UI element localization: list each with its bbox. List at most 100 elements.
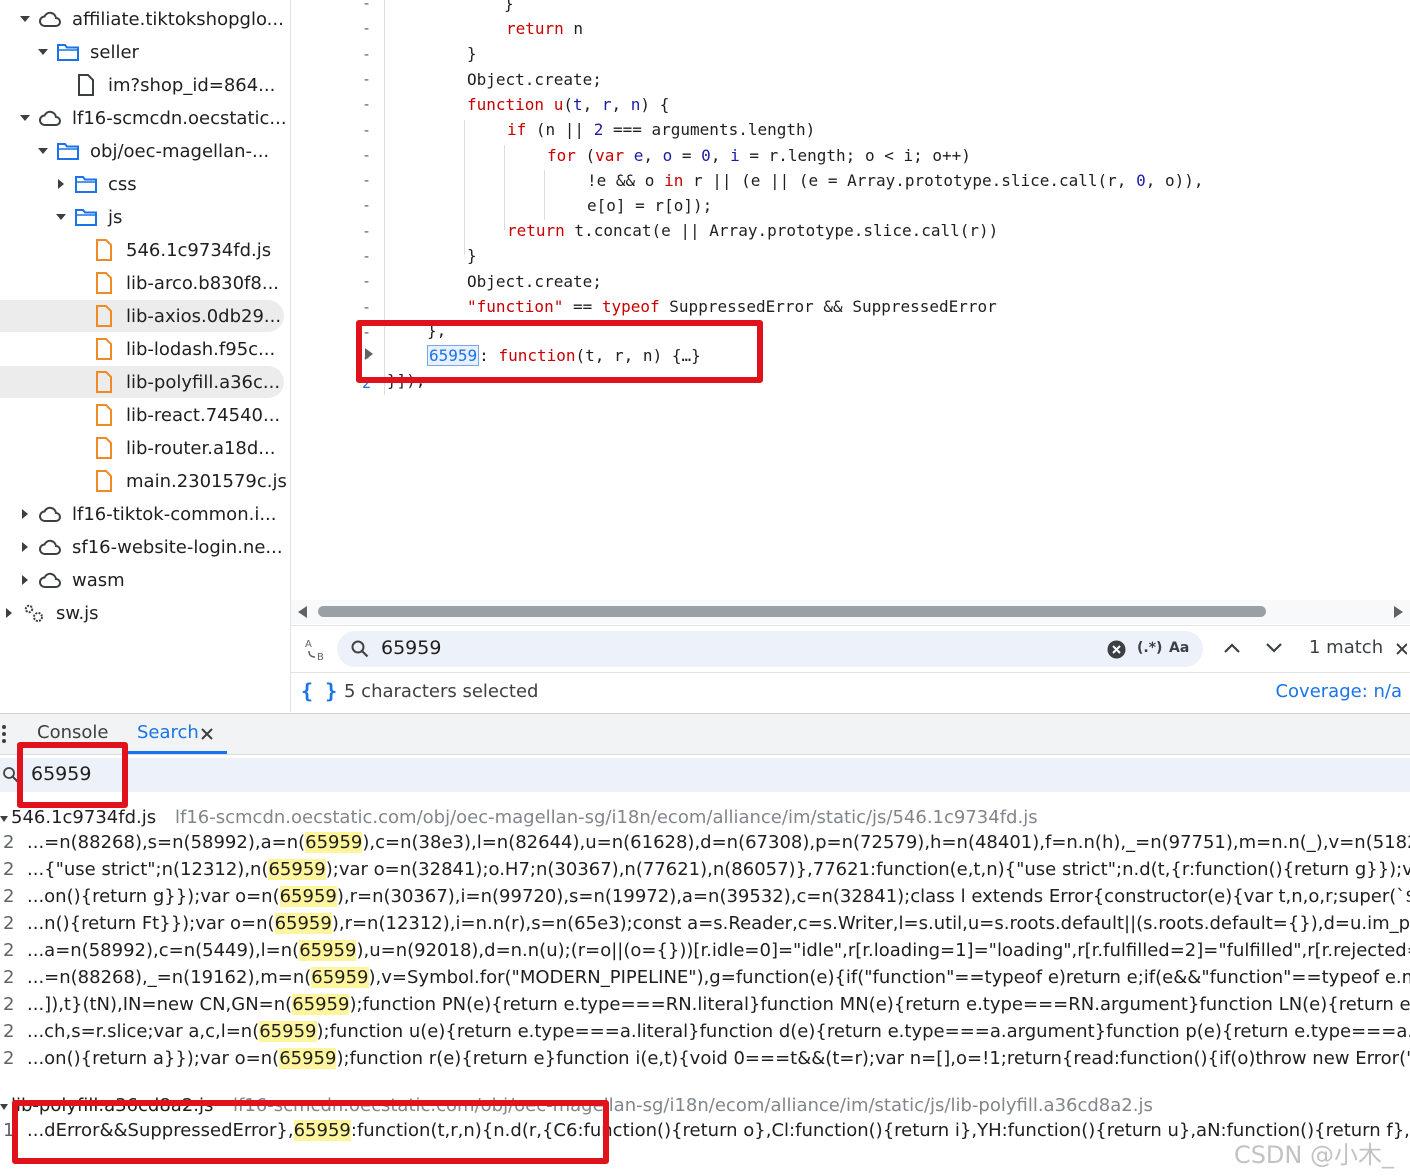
cloud-icon bbox=[38, 536, 62, 558]
result-file-name: 546.1c9734fd.js bbox=[11, 807, 156, 828]
spacer bbox=[72, 408, 86, 422]
result-prefix: ...ch,s=r.slice;var a,c,l=n( bbox=[27, 1021, 259, 1042]
chevron-down-icon[interactable] bbox=[1265, 641, 1283, 655]
spacer bbox=[72, 243, 86, 257]
search-result-row[interactable]: 2...ch,s=r.slice;var a,c,l=n(65959);func… bbox=[0, 1021, 1410, 1048]
result-prefix: ...n(){return Ft}});var o=n( bbox=[27, 913, 275, 934]
tree-item-label: sf16-website-login.ne... bbox=[72, 537, 283, 558]
triangle-right-icon[interactable] bbox=[2, 606, 16, 620]
tree-item[interactable]: lf16-tiktok-common.i... bbox=[18, 498, 277, 530]
triangle-right-icon[interactable] bbox=[18, 507, 32, 521]
tree-item[interactable]: lib-lodash.f95c... bbox=[72, 333, 275, 365]
tree-item[interactable]: lib-axios.0db29... bbox=[0, 300, 284, 332]
tree-item[interactable]: sf16-website-login.ne... bbox=[18, 531, 283, 563]
result-file-header[interactable]: 546.1c9734fd.js lf16-scmcdn.oecstatic.co… bbox=[0, 806, 1410, 834]
search-result-row[interactable]: 2...on(){return a}});var o=n(65959);func… bbox=[0, 1048, 1410, 1075]
scroll-left-icon[interactable] bbox=[298, 606, 307, 618]
tree-item[interactable]: lib-react.74540... bbox=[72, 399, 280, 431]
tree-item[interactable]: lib-polyfill.a36c... bbox=[0, 366, 284, 398]
tree-item[interactable]: affiliate.tiktokshopglo... bbox=[18, 3, 284, 35]
search-result-row[interactable]: 2...]),t}(tN),IN=new CN,GN=n(65959);func… bbox=[0, 994, 1410, 1021]
replace-toggle-icon[interactable]: AB bbox=[303, 636, 329, 662]
chevron-up-icon[interactable] bbox=[1223, 641, 1241, 655]
result-text: ...=n(88268),_=n(19162),m=n(65959),v=Sym… bbox=[27, 967, 1410, 988]
pretty-print-icon[interactable]: { } bbox=[301, 679, 337, 703]
tree-item[interactable]: lf16-scmcdn.oecstatic... bbox=[18, 102, 287, 134]
result-suffix: ),r=n(12312),i=n.n(r),s=n(65e3);const a=… bbox=[332, 913, 1410, 934]
triangle-down-icon[interactable] bbox=[54, 210, 68, 224]
tree-item[interactable]: im?shop_id=864... bbox=[54, 69, 275, 101]
tree-item[interactable]: lib-router.a18d... bbox=[72, 432, 275, 464]
more-options-icon[interactable] bbox=[1, 724, 7, 744]
spacer bbox=[54, 78, 68, 92]
find-input-box[interactable]: 65959 (.*) Aa bbox=[337, 631, 1203, 667]
tree-item[interactable]: sw.js bbox=[2, 597, 99, 629]
triangle-right-icon[interactable] bbox=[18, 573, 32, 587]
result-highlight: 65959 bbox=[275, 913, 332, 934]
result-line-number: 2 bbox=[3, 1048, 17, 1069]
triangle-down-icon[interactable] bbox=[36, 144, 50, 158]
tree-item-label: main.2301579c.js bbox=[126, 471, 287, 492]
close-icon[interactable] bbox=[1395, 642, 1407, 656]
result-text: ...ch,s=r.slice;var a,c,l=n(65959);funct… bbox=[27, 1021, 1410, 1042]
triangle-down-icon[interactable] bbox=[18, 12, 32, 26]
tree-item-label: im?shop_id=864... bbox=[108, 75, 275, 96]
horizontal-scrollbar[interactable] bbox=[291, 600, 1410, 624]
service-worker-icon bbox=[22, 602, 46, 624]
search-result-row[interactable]: 2...{"use strict";n(12312),n(65959);var … bbox=[0, 859, 1410, 886]
triangle-down-icon[interactable] bbox=[18, 111, 32, 125]
drawer-tabs: Console Search bbox=[0, 714, 1410, 755]
search-result-row[interactable]: 2...=n(88268),_=n(19162),m=n(65959),v=Sy… bbox=[0, 967, 1410, 994]
result-suffix: );function u(e){return e.type===a.litera… bbox=[317, 1021, 1410, 1042]
result-suffix: ),c=n(38e3),l=n(82644),u=n(61628),d=n(67… bbox=[362, 832, 1410, 853]
code-line: } bbox=[504, 0, 514, 13]
svg-text:A: A bbox=[305, 639, 312, 650]
tab-search-label: Search bbox=[137, 722, 199, 743]
regex-toggle[interactable]: (.*) bbox=[1137, 640, 1162, 656]
triangle-right-icon[interactable] bbox=[18, 540, 32, 554]
search-result-row[interactable]: 2...a=n(58992),c=n(5449),l=n(65959),u=n(… bbox=[0, 940, 1410, 967]
triangle-down-icon[interactable] bbox=[36, 45, 50, 59]
result-highlight: 65959 bbox=[279, 1048, 336, 1069]
scroll-right-icon[interactable] bbox=[1394, 606, 1403, 618]
folder-icon bbox=[74, 173, 98, 195]
tree-item-label: js bbox=[108, 207, 122, 228]
tree-item[interactable]: wasm bbox=[18, 564, 125, 596]
search-result-row[interactable]: 2...=n(88268),s=n(58992),a=n(65959),c=n(… bbox=[0, 832, 1410, 859]
tree-item[interactable]: js bbox=[54, 201, 122, 233]
code-line: if (n || 2 === arguments.length) bbox=[507, 120, 815, 139]
close-tab-icon[interactable] bbox=[201, 728, 213, 740]
tree-item[interactable]: lib-arco.b830f8... bbox=[72, 267, 279, 299]
coverage-link[interactable]: Coverage: n/a bbox=[1275, 681, 1402, 702]
result-prefix: ...=n(88268),s=n(58992),a=n( bbox=[27, 832, 305, 853]
tree-item[interactable]: css bbox=[54, 168, 137, 200]
code-line: return n bbox=[506, 19, 583, 38]
match-case-toggle[interactable]: Aa bbox=[1169, 640, 1189, 656]
script-file-icon bbox=[92, 239, 116, 261]
file-icon bbox=[74, 74, 98, 96]
tree-item[interactable]: seller bbox=[36, 36, 139, 68]
tree-item[interactable]: obj/oec-magellan-... bbox=[36, 135, 269, 167]
tree-item[interactable]: main.2301579c.js bbox=[72, 465, 287, 497]
spacer bbox=[72, 474, 86, 488]
code-line: function u(t, r, n) { bbox=[467, 95, 669, 114]
tab-console[interactable]: Console bbox=[37, 722, 108, 743]
code-editor[interactable]: ---------------2 } return n } Object.cre… bbox=[291, 0, 1410, 600]
scroll-thumb[interactable] bbox=[318, 606, 1266, 617]
tree-item-label: sw.js bbox=[56, 603, 99, 624]
tree-item[interactable]: 546.1c9734fd.js bbox=[72, 234, 271, 266]
find-input[interactable]: 65959 bbox=[381, 637, 441, 659]
clear-icon[interactable] bbox=[1107, 640, 1126, 659]
result-line-number: 2 bbox=[3, 940, 17, 961]
result-text: ...{"use strict";n(12312),n(65959);var o… bbox=[27, 859, 1410, 880]
triangle-right-icon[interactable] bbox=[54, 177, 68, 191]
search-result-row[interactable]: 2...on(){return g}});var o=n(65959),r=n(… bbox=[0, 886, 1410, 913]
result-highlight: 65959 bbox=[311, 967, 368, 988]
match-count: 1 match bbox=[1309, 637, 1383, 658]
svg-text:B: B bbox=[317, 652, 324, 662]
script-file-icon bbox=[92, 272, 116, 294]
tab-search[interactable]: Search bbox=[127, 714, 227, 754]
line-number: - bbox=[291, 222, 371, 240]
search-result-row[interactable]: 2...n(){return Ft}});var o=n(65959),r=n(… bbox=[0, 913, 1410, 940]
result-highlight: 65959 bbox=[292, 994, 349, 1015]
